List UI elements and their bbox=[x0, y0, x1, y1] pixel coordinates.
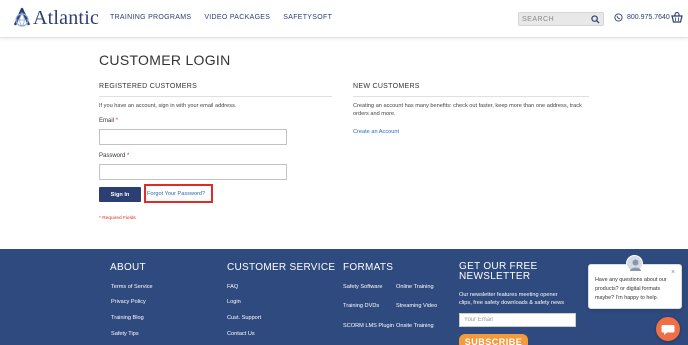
logo[interactable]: Atlantic bbox=[12, 6, 99, 30]
search-box bbox=[518, 12, 604, 26]
footer-link-faq[interactable]: FAQ bbox=[227, 284, 238, 290]
new-customers-divider bbox=[353, 96, 589, 97]
chat-launcher-button[interactable] bbox=[656, 317, 680, 341]
search-icon[interactable] bbox=[591, 15, 600, 24]
chat-icon bbox=[661, 325, 675, 335]
logo-globe-icon bbox=[13, 7, 31, 27]
footer-link-safety-tips[interactable]: Safety Tips bbox=[111, 331, 139, 337]
phone-contact[interactable]: 800.975.7640 bbox=[614, 13, 670, 22]
new-customers-title: NEW CUSTOMERS bbox=[353, 83, 420, 90]
footer-link-online-training[interactable]: Online Training bbox=[396, 284, 434, 290]
footer-link-login[interactable]: Login bbox=[227, 299, 241, 305]
footer-link-training-dvds[interactable]: Training DVDs bbox=[343, 303, 379, 309]
close-icon[interactable]: × bbox=[671, 269, 675, 276]
avatar-icon bbox=[630, 259, 641, 271]
footer-formats-title: FORMATS bbox=[343, 262, 394, 273]
page: Atlantic TRAINING PROGRAMS VIDEO PACKAGE… bbox=[0, 0, 688, 345]
footer-link-terms[interactable]: Terms of Service bbox=[111, 284, 153, 290]
footer-link-onsite-training[interactable]: Onsite Training bbox=[396, 323, 434, 329]
chat-message: Have any questions about our products? o… bbox=[595, 277, 667, 301]
email-field[interactable] bbox=[99, 129, 287, 145]
registered-divider bbox=[99, 96, 332, 97]
required-mark: * bbox=[115, 118, 119, 124]
new-customers-text-line2: orders and more. bbox=[353, 111, 396, 117]
phone-number: 800.975.7640 bbox=[627, 14, 670, 21]
newsletter-email-input[interactable] bbox=[459, 313, 576, 327]
footer-link-streaming-video[interactable]: Streaming Video bbox=[396, 303, 437, 309]
sign-in-button[interactable]: Sign In bbox=[99, 187, 141, 202]
footer-link-scorm[interactable]: SCORM LMS Plugin bbox=[343, 323, 394, 329]
footer-link-privacy[interactable]: Privacy Policy bbox=[111, 299, 146, 305]
required-mark: * bbox=[127, 153, 130, 159]
footer-link-training-blog[interactable]: Training Blog bbox=[111, 315, 144, 321]
cart-icon[interactable] bbox=[671, 12, 683, 24]
registered-intro: If you have an account, sign in with you… bbox=[99, 103, 237, 109]
nav-safetysoft[interactable]: SAFETYSOFT bbox=[283, 14, 332, 21]
registered-customers-title: REGISTERED CUSTOMERS bbox=[99, 83, 198, 90]
nav-video-packages[interactable]: VIDEO PACKAGES bbox=[204, 14, 270, 21]
logo-text: Atlantic bbox=[33, 6, 100, 29]
subscribe-button[interactable]: SUBSCRIBE bbox=[459, 334, 528, 345]
footer-link-cust-support[interactable]: Cust. Support bbox=[227, 315, 261, 321]
forgot-password-link[interactable]: Forgot Your Password? bbox=[147, 191, 205, 197]
new-customers-text-line1: Creating an account has many benefits: c… bbox=[353, 103, 582, 109]
footer-link-contact-us[interactable]: Contact Us bbox=[227, 331, 255, 337]
nav-training-programs[interactable]: TRAINING PROGRAMS bbox=[110, 14, 191, 21]
footer-link-safety-software[interactable]: Safety Software bbox=[343, 284, 383, 290]
required-fields-note: * Required Fields bbox=[99, 216, 136, 221]
footer-newsletter-title: GET OUR FREE NEWSLETTER bbox=[459, 261, 538, 282]
chat-avatar bbox=[626, 255, 643, 272]
create-account-link[interactable]: Create an Account bbox=[353, 129, 399, 135]
password-field[interactable] bbox=[99, 164, 287, 180]
main-nav: TRAINING PROGRAMS VIDEO PACKAGES SAFETYS… bbox=[110, 14, 332, 21]
site-header: Atlantic TRAINING PROGRAMS VIDEO PACKAGE… bbox=[0, 0, 688, 38]
password-label: Password * bbox=[99, 153, 130, 159]
page-title: CUSTOMER LOGIN bbox=[99, 52, 231, 68]
newsletter-description: Our newsletter features meeting opener c… bbox=[459, 292, 565, 306]
footer-about-title: ABOUT bbox=[110, 262, 146, 273]
email-label: Email * bbox=[99, 118, 119, 124]
footer-customer-service-title: CUSTOMER SERVICE bbox=[227, 262, 336, 273]
whatsapp-phone-icon bbox=[614, 13, 623, 22]
search-input[interactable] bbox=[522, 14, 590, 25]
